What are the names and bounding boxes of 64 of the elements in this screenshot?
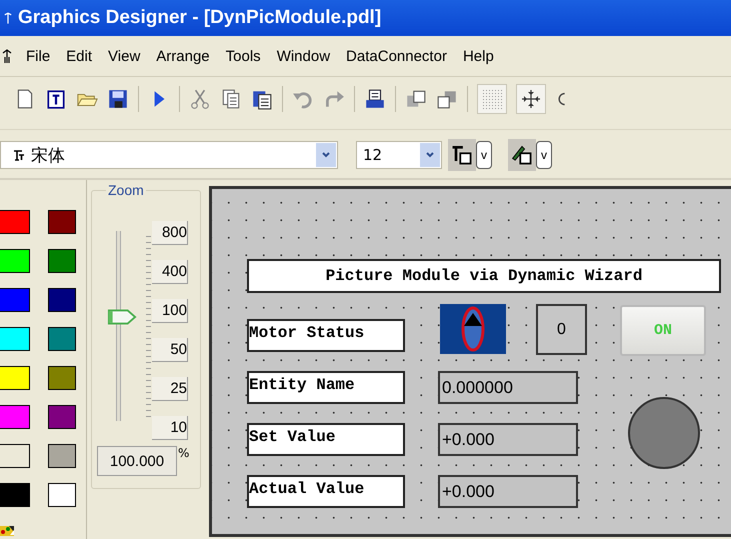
font-dropdown[interactable]: 宋体 <box>0 141 338 169</box>
menu-item[interactable]: Edit <box>58 48 100 64</box>
color-picker-icon[interactable] <box>0 525 14 537</box>
text-document-icon[interactable] <box>45 88 67 110</box>
zoom-preset-button[interactable]: 100 <box>152 299 188 323</box>
slider-thumb[interactable] <box>107 308 137 326</box>
color-swatch[interactable] <box>0 483 30 507</box>
caret-icon <box>321 150 331 160</box>
zoom-label: Zoom <box>106 182 146 198</box>
indicator-circle[interactable] <box>628 397 700 469</box>
color-swatch[interactable] <box>0 366 30 390</box>
cut-icon[interactable] <box>189 88 211 110</box>
zoom-preset-button[interactable]: 400 <box>152 260 188 284</box>
color-swatch[interactable] <box>48 327 76 351</box>
menu-item[interactable]: File <box>18 48 58 64</box>
status-display-icon[interactable] <box>440 304 506 354</box>
zoom-preset-button[interactable]: 800 <box>152 221 188 245</box>
static-text[interactable]: Entity Name <box>247 371 405 404</box>
status-value[interactable]: 0 <box>536 304 587 355</box>
menu-item[interactable]: DataConnector <box>338 48 455 64</box>
caret-icon <box>425 150 435 160</box>
color-swatch[interactable] <box>0 210 30 234</box>
color-swatch[interactable] <box>0 444 30 468</box>
text-color-dropdown[interactable]: v <box>476 141 492 169</box>
static-text[interactable]: Actual Value <box>247 475 405 508</box>
static-text[interactable]: Picture Module via Dynamic Wizard <box>247 259 721 293</box>
io-field[interactable]: +0.000 <box>438 475 578 508</box>
text-color-icon[interactable] <box>448 139 476 171</box>
line-color-dropdown[interactable]: v <box>536 141 552 169</box>
io-field[interactable]: 0.000000 <box>438 371 578 404</box>
io-field[interactable]: +0.000 <box>438 423 578 456</box>
zoom-preset-button[interactable]: 10 <box>152 416 188 440</box>
save-icon[interactable] <box>107 88 129 110</box>
static-text[interactable]: Set Value <box>247 423 405 456</box>
grid-icon[interactable] <box>477 84 507 114</box>
color-swatch[interactable] <box>48 405 76 429</box>
print-icon[interactable] <box>364 88 386 110</box>
color-swatch[interactable] <box>0 288 30 312</box>
font-size-dropdown[interactable]: 12 <box>356 141 442 169</box>
window-title: Graphics Designer - [DynPicModule.pdl] <box>18 7 382 29</box>
snap-icon[interactable] <box>516 84 546 114</box>
menu-item[interactable]: Help <box>454 48 502 64</box>
static-text[interactable]: Motor Status <box>247 319 405 352</box>
color-swatch[interactable] <box>0 249 30 273</box>
menu-item[interactable]: View <box>100 48 148 64</box>
color-swatch[interactable] <box>0 327 30 351</box>
font-icon <box>13 149 25 161</box>
menu-item[interactable]: Arrange <box>148 48 218 64</box>
color-swatch[interactable] <box>48 366 76 390</box>
line-color-icon[interactable] <box>508 139 536 171</box>
color-swatch[interactable] <box>48 483 76 507</box>
menu-item[interactable]: Window <box>268 48 338 64</box>
color-swatch[interactable] <box>48 210 76 234</box>
color-swatch[interactable] <box>48 444 76 468</box>
zoom-preset-button[interactable]: 25 <box>152 377 188 401</box>
color-swatch[interactable] <box>48 288 76 312</box>
app-icon <box>4 10 12 26</box>
percent-label: % <box>178 446 190 460</box>
zoom-field[interactable]: 100.000 <box>97 446 177 476</box>
color-swatch[interactable] <box>0 405 30 429</box>
zoom-preset-button[interactable]: 50 <box>152 338 188 362</box>
color-swatch[interactable] <box>48 249 76 273</box>
menu-item[interactable]: Tools <box>218 48 269 64</box>
copy-icon[interactable] <box>220 88 242 110</box>
